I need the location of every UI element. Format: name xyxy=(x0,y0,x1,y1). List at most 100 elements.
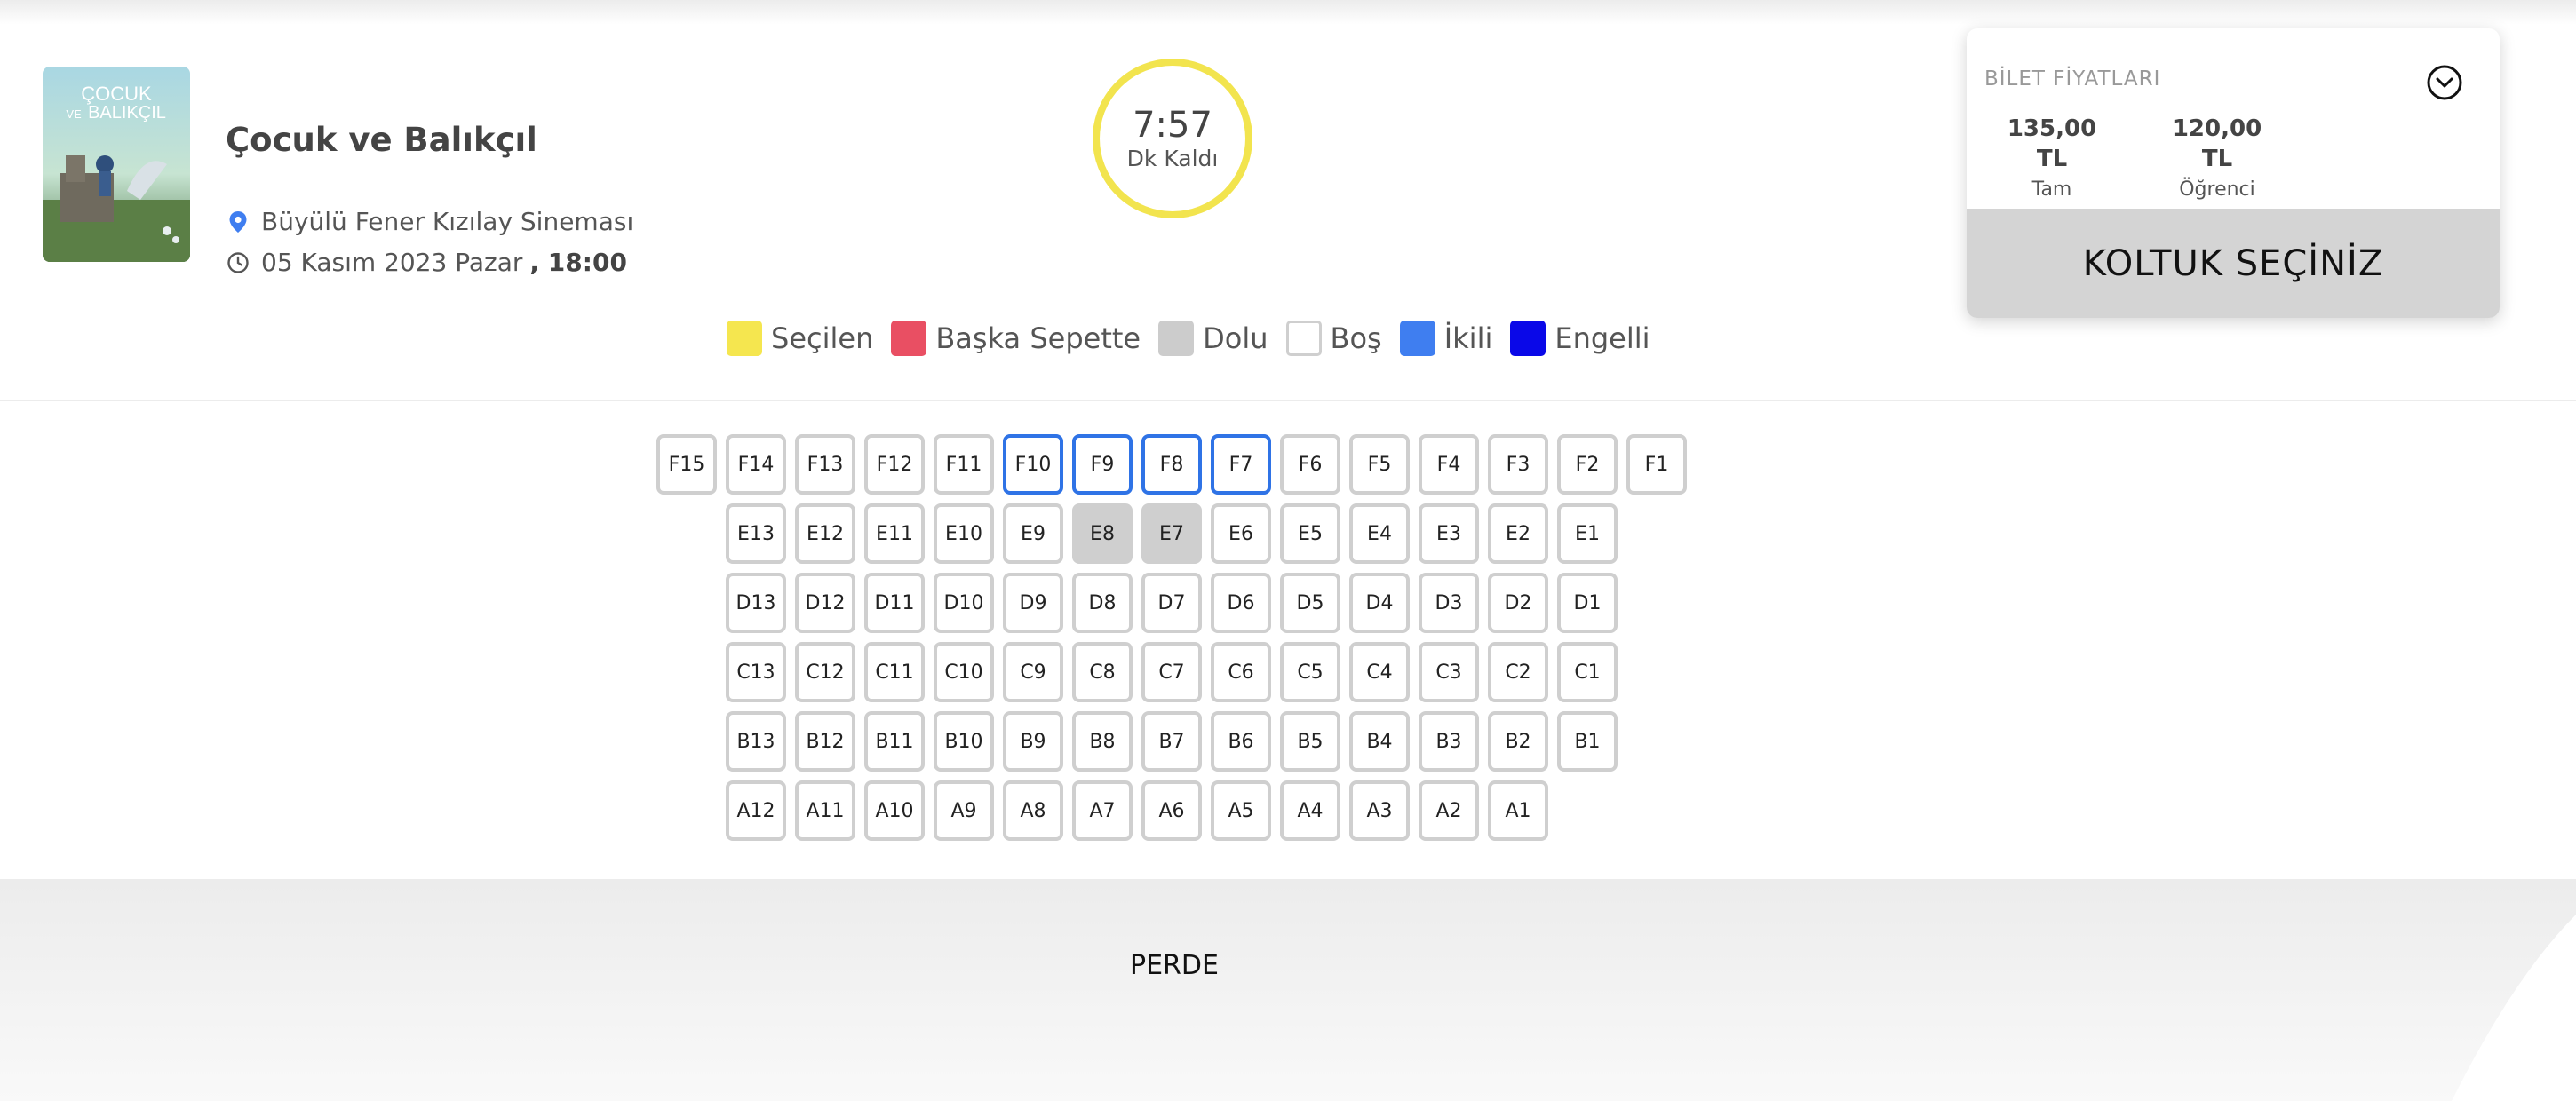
price-amount: 120,00 TL xyxy=(2172,115,2262,172)
seat-d12[interactable]: D12 xyxy=(795,573,855,633)
seat-f11[interactable]: F11 xyxy=(934,434,994,495)
legend-label: Başka Sepette xyxy=(935,321,1141,355)
seat-d8[interactable]: D8 xyxy=(1072,573,1133,633)
seat-c2[interactable]: C2 xyxy=(1488,642,1548,702)
legend-label: Engelli xyxy=(1554,321,1650,355)
seat-c11[interactable]: C11 xyxy=(864,642,925,702)
seat-c1[interactable]: C1 xyxy=(1557,642,1618,702)
seat-d9[interactable]: D9 xyxy=(1003,573,1063,633)
seat-e11[interactable]: E11 xyxy=(864,503,925,564)
seat-f14[interactable]: F14 xyxy=(726,434,786,495)
seat-f4[interactable]: F4 xyxy=(1419,434,1479,495)
legend-item-secilen: Seçilen xyxy=(727,321,873,356)
seat-f9[interactable]: F9 xyxy=(1072,434,1133,495)
seat-a12[interactable]: A12 xyxy=(726,780,786,841)
seat-d11[interactable]: D11 xyxy=(864,573,925,633)
seat-f6[interactable]: F6 xyxy=(1280,434,1340,495)
seat-a4[interactable]: A4 xyxy=(1280,780,1340,841)
seat-e9[interactable]: E9 xyxy=(1003,503,1063,564)
seat-c5[interactable]: C5 xyxy=(1280,642,1340,702)
legend-item-bos: Boş xyxy=(1285,321,1382,356)
seat-e3[interactable]: E3 xyxy=(1419,503,1479,564)
screen-corner-shape xyxy=(2452,915,2576,1101)
legend-item-dolu: Dolu xyxy=(1158,321,1268,356)
seat-e6[interactable]: E6 xyxy=(1211,503,1271,564)
seat-d7[interactable]: D7 xyxy=(1141,573,1202,633)
cinema-screen xyxy=(0,879,2576,1101)
seat-f10[interactable]: F10 xyxy=(1003,434,1063,495)
seat-c9[interactable]: C9 xyxy=(1003,642,1063,702)
seat-e4[interactable]: E4 xyxy=(1349,503,1410,564)
seat-b5[interactable]: B5 xyxy=(1280,711,1340,772)
seat-e2[interactable]: E2 xyxy=(1488,503,1548,564)
seat-d4[interactable]: D4 xyxy=(1349,573,1410,633)
seat-e7: E7 xyxy=(1141,503,1202,564)
seat-b1[interactable]: B1 xyxy=(1557,711,1618,772)
seat-a8[interactable]: A8 xyxy=(1003,780,1063,841)
seat-c8[interactable]: C8 xyxy=(1072,642,1133,702)
seat-b8[interactable]: B8 xyxy=(1072,711,1133,772)
show-time: , 18:00 xyxy=(529,248,627,277)
seat-a3[interactable]: A3 xyxy=(1349,780,1410,841)
seat-e13[interactable]: E13 xyxy=(726,503,786,564)
seat-f1[interactable]: F1 xyxy=(1626,434,1687,495)
seat-b13[interactable]: B13 xyxy=(726,711,786,772)
seat-c10[interactable]: C10 xyxy=(934,642,994,702)
seat-b7[interactable]: B7 xyxy=(1141,711,1202,772)
seat-e5[interactable]: E5 xyxy=(1280,503,1340,564)
select-seat-button[interactable]: KOLTUK SEÇİNİZ xyxy=(1967,209,2500,318)
seat-b11[interactable]: B11 xyxy=(864,711,925,772)
chevron-down-circle-icon[interactable] xyxy=(2426,64,2463,101)
seat-c3[interactable]: C3 xyxy=(1419,642,1479,702)
seat-legend: Seçilen Başka Sepette Dolu Boş İkili Eng… xyxy=(727,321,1668,356)
seat-e10[interactable]: E10 xyxy=(934,503,994,564)
seat-f8[interactable]: F8 xyxy=(1141,434,1202,495)
seat-a6[interactable]: A6 xyxy=(1141,780,1202,841)
seat-f5[interactable]: F5 xyxy=(1349,434,1410,495)
seat-f15[interactable]: F15 xyxy=(656,434,717,495)
legend-label: İkili xyxy=(1443,321,1493,355)
movie-poster: ÇOCUK VE BALIKÇIL xyxy=(43,67,190,262)
seat-b10[interactable]: B10 xyxy=(934,711,994,772)
seat-c13[interactable]: C13 xyxy=(726,642,786,702)
seat-e12[interactable]: E12 xyxy=(795,503,855,564)
seat-f12[interactable]: F12 xyxy=(864,434,925,495)
seat-a10[interactable]: A10 xyxy=(864,780,925,841)
seat-f13[interactable]: F13 xyxy=(795,434,855,495)
seat-d6[interactable]: D6 xyxy=(1211,573,1271,633)
seat-f7[interactable]: F7 xyxy=(1211,434,1271,495)
seat-b4[interactable]: B4 xyxy=(1349,711,1410,772)
seat-f2[interactable]: F2 xyxy=(1557,434,1618,495)
seat-a11[interactable]: A11 xyxy=(795,780,855,841)
seat-d2[interactable]: D2 xyxy=(1488,573,1548,633)
seat-c7[interactable]: C7 xyxy=(1141,642,1202,702)
seat-a1[interactable]: A1 xyxy=(1488,780,1548,841)
seat-b3[interactable]: B3 xyxy=(1419,711,1479,772)
seat-b2[interactable]: B2 xyxy=(1488,711,1548,772)
countdown-timer: 7:57 Dk Kaldı xyxy=(1093,59,1252,218)
seat-d13[interactable]: D13 xyxy=(726,573,786,633)
seat-a9[interactable]: A9 xyxy=(934,780,994,841)
screen-label: PERDE xyxy=(1130,950,1219,981)
seat-d3[interactable]: D3 xyxy=(1419,573,1479,633)
legend-swatch xyxy=(1399,321,1435,356)
seat-e1[interactable]: E1 xyxy=(1557,503,1618,564)
seat-c6[interactable]: C6 xyxy=(1211,642,1271,702)
legend-swatch xyxy=(1285,321,1322,356)
seat-d1[interactable]: D1 xyxy=(1557,573,1618,633)
seat-d5[interactable]: D5 xyxy=(1280,573,1340,633)
seat-b12[interactable]: B12 xyxy=(795,711,855,772)
seat-b6[interactable]: B6 xyxy=(1211,711,1271,772)
price-label: Tam xyxy=(2031,178,2072,201)
svg-text:VE: VE xyxy=(66,107,82,121)
seat-a2[interactable]: A2 xyxy=(1419,780,1479,841)
seat-c12[interactable]: C12 xyxy=(795,642,855,702)
seat-e8: E8 xyxy=(1072,503,1133,564)
seat-f3[interactable]: F3 xyxy=(1488,434,1548,495)
seat-d10[interactable]: D10 xyxy=(934,573,994,633)
price-label: Öğrenci xyxy=(2179,178,2255,201)
seat-c4[interactable]: C4 xyxy=(1349,642,1410,702)
seat-a7[interactable]: A7 xyxy=(1072,780,1133,841)
seat-a5[interactable]: A5 xyxy=(1211,780,1271,841)
seat-b9[interactable]: B9 xyxy=(1003,711,1063,772)
